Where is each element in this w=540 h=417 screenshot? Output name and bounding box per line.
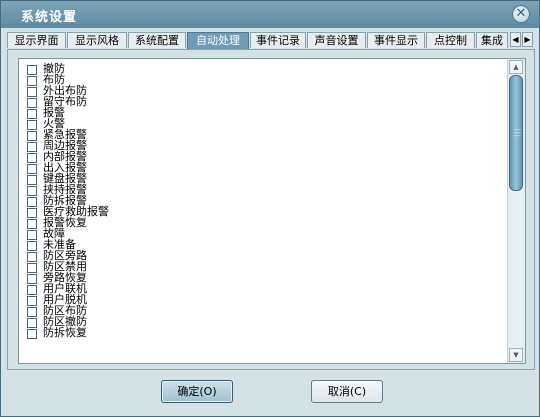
- list-item[interactable]: 挟持报警: [27, 184, 497, 196]
- event-checklist[interactable]: 撤防 布防 外出布防 留守布防 报警 火警 紧急报警 周边报警 内部报警 出入报警 键盘报警 挟持报警…: [18, 58, 526, 364]
- checkbox[interactable]: [27, 318, 37, 328]
- tab-display-style[interactable]: 显示风格: [67, 32, 127, 48]
- close-icon[interactable]: ✕: [512, 5, 530, 23]
- tab-system-config[interactable]: 系统配置: [128, 32, 186, 48]
- tab-content-panel: 撤防 布防 外出布防 留守布防 报警 火警 紧急报警 周边报警 内部报警 出入报警 键盘报警 挟持报警…: [7, 49, 535, 370]
- checkbox[interactable]: [27, 164, 37, 174]
- checkbox[interactable]: [27, 307, 37, 317]
- checkbox[interactable]: [27, 285, 37, 295]
- ok-button[interactable]: 确定(O): [161, 380, 233, 403]
- tab-auto-process[interactable]: 自动处理: [187, 32, 249, 49]
- checkbox[interactable]: [27, 252, 37, 262]
- list-item[interactable]: 用户联机: [27, 283, 497, 295]
- list-item[interactable]: 撤防: [27, 63, 497, 75]
- tab-scroll-left-icon[interactable]: ◀: [510, 32, 521, 47]
- list-item[interactable]: 防拆恢复: [27, 326, 497, 339]
- list-item[interactable]: 报警恢复: [27, 217, 497, 229]
- checkbox[interactable]: [27, 329, 37, 339]
- list-item[interactable]: 未准备: [27, 239, 497, 251]
- list-item[interactable]: 防区撤防: [27, 316, 497, 328]
- checkbox[interactable]: [27, 65, 37, 75]
- scroll-down-icon[interactable]: ▼: [509, 348, 523, 362]
- list-item[interactable]: 紧急报警: [27, 129, 497, 141]
- checkbox[interactable]: [27, 263, 37, 273]
- list-item[interactable]: 用户脱机: [27, 294, 497, 306]
- list-item[interactable]: 外出布防: [27, 85, 497, 97]
- tab-scroll-right-icon[interactable]: ▶: [522, 32, 533, 47]
- grip-icon: — — —: [513, 125, 521, 140]
- list-item-label: 防拆恢复: [43, 326, 87, 339]
- scroll-up-icon[interactable]: ▲: [509, 60, 523, 74]
- checkbox[interactable]: [27, 120, 37, 130]
- title-bar[interactable]: 系统设置 ✕: [1, 1, 539, 28]
- checkbox[interactable]: [27, 230, 37, 240]
- tab-point-control[interactable]: 点控制: [426, 32, 475, 48]
- list-item[interactable]: 布防: [27, 74, 497, 86]
- checkbox[interactable]: [27, 219, 37, 229]
- list-item[interactable]: 故障: [27, 228, 497, 240]
- list-item[interactable]: 火警: [27, 118, 497, 130]
- list-item[interactable]: 医疗救助报警: [27, 206, 497, 218]
- checkbox[interactable]: [27, 87, 37, 97]
- checkbox[interactable]: [27, 76, 37, 86]
- vertical-scrollbar[interactable]: ▲ — — — ▼: [507, 59, 525, 363]
- list-item[interactable]: 键盘报警: [27, 173, 497, 185]
- tab-bar: 显示界面 显示风格 系统配置 自动处理 事件记录 声音设置 事件显示 点控制 集…: [7, 32, 535, 49]
- window-title: 系统设置: [21, 10, 78, 25]
- tab-integration[interactable]: 集成: [476, 32, 508, 48]
- checkbox[interactable]: [27, 109, 37, 119]
- list-item[interactable]: 旁路恢复: [27, 272, 497, 284]
- tab-display-interface[interactable]: 显示界面: [7, 32, 66, 48]
- checkbox[interactable]: [27, 98, 37, 108]
- checkbox[interactable]: [27, 241, 37, 251]
- list-item[interactable]: 出入报警: [27, 162, 497, 174]
- system-settings-dialog: 系统设置 ✕ 显示界面 显示风格 系统配置 自动处理 事件记录 声音设置 事件显…: [0, 0, 540, 417]
- checkbox[interactable]: [27, 296, 37, 306]
- scrollbar-thumb[interactable]: — — —: [509, 75, 523, 191]
- tab-event-display[interactable]: 事件显示: [367, 32, 425, 48]
- event-list: 撤防 布防 外出布防 留守布防 报警 火警 紧急报警 周边报警 内部报警 出入报警 键盘报警 挟持报警…: [27, 63, 497, 339]
- list-item[interactable]: 防区布防: [27, 305, 497, 317]
- checkbox[interactable]: [27, 186, 37, 196]
- checkbox[interactable]: [27, 274, 37, 284]
- checkbox[interactable]: [27, 153, 37, 163]
- list-item[interactable]: 防区旁路: [27, 250, 497, 262]
- checkbox[interactable]: [27, 208, 37, 218]
- checkbox[interactable]: [27, 197, 37, 207]
- list-item[interactable]: 留守布防: [27, 96, 497, 108]
- cancel-button[interactable]: 取消(C): [311, 380, 383, 403]
- list-item[interactable]: 周边报警: [27, 140, 497, 152]
- checkbox[interactable]: [27, 142, 37, 152]
- tab-event-log[interactable]: 事件记录: [250, 32, 306, 48]
- checkbox[interactable]: [27, 131, 37, 141]
- list-item[interactable]: 防区禁用: [27, 261, 497, 273]
- tab-sound-settings[interactable]: 声音设置: [307, 32, 366, 48]
- list-item[interactable]: 内部报警: [27, 151, 497, 163]
- checkbox[interactable]: [27, 175, 37, 185]
- list-item[interactable]: 报警: [27, 107, 497, 119]
